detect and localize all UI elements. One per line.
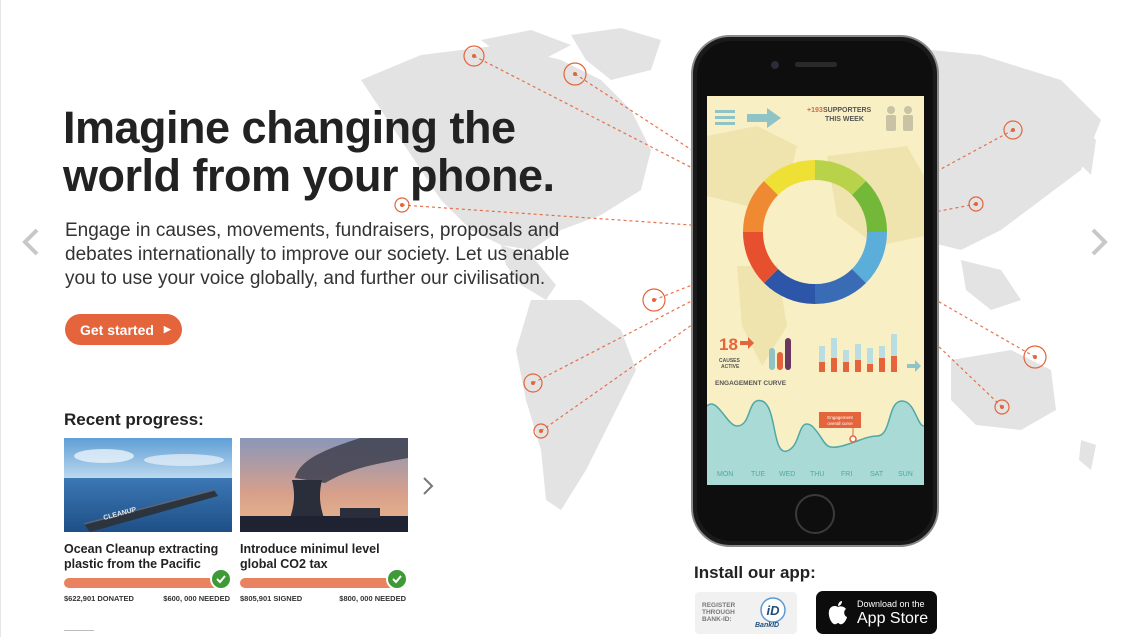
check-icon: [386, 568, 408, 590]
amount-signed: $805,901 SIGNED: [240, 594, 303, 603]
day-label: TUE: [751, 471, 765, 478]
ocean-cleanup-image: CLEANUP: [64, 438, 232, 532]
chevron-right-icon: [1091, 228, 1108, 256]
supporters-label: SUPPORTERS: [823, 107, 872, 114]
progress-card-co2-tax[interactable]: Introduce minimul level global CO2 tax $…: [240, 438, 408, 603]
app-store-small-label: Download on the: [857, 599, 925, 609]
recent-progress-heading: Recent progress:: [64, 410, 204, 429]
check-icon: [210, 568, 232, 590]
app-store-button[interactable]: Download on the App Store: [816, 591, 937, 634]
get-started-label: Get started: [80, 321, 154, 338]
menu-icon[interactable]: [715, 110, 735, 125]
supporters-count: +193: [807, 107, 823, 114]
engagement-label: ENGAGEMENT CURVE: [715, 380, 787, 387]
amount-needed: $800, 000 NEEDED: [339, 594, 406, 603]
divider: [64, 630, 94, 631]
progress-card-ocean-cleanup[interactable]: CLEANUP Ocean Cleanup extracting plastic…: [64, 438, 232, 603]
bar-group: [819, 334, 921, 372]
bankid-text-line: REGISTER: [702, 602, 736, 609]
chevron-left-icon: [22, 228, 39, 256]
amount-donated: $622,901 DONATED: [64, 594, 134, 603]
progress-bar: [64, 568, 232, 590]
supporters-label-week: THIS WEEK: [825, 116, 864, 123]
bankid-text-line: THROUGH: [702, 609, 735, 616]
day-label: SAT: [870, 471, 884, 478]
day-label: SUN: [898, 471, 913, 478]
app-screen: +193 SUPPORTERS THIS WEEK 18 CAUSES ACTI…: [707, 96, 924, 485]
bankid-text: REGISTER THROUGH BANK-ID:: [702, 602, 752, 623]
apple-icon: [828, 601, 847, 625]
get-started-button[interactable]: Get started ▶: [65, 314, 182, 345]
cooling-tower-image: [240, 438, 408, 532]
causes-label-active: ACTIVE: [721, 364, 740, 370]
causes-count: 18: [719, 335, 738, 354]
install-heading: Install our app:: [694, 563, 816, 582]
day-label: WED: [779, 471, 795, 478]
hero-headline: Imagine changing the world from your pho…: [63, 102, 555, 201]
bankid-register-button[interactable]: REGISTER THROUGH BANK-ID: iD BankID: [695, 592, 797, 634]
day-label: FRI: [841, 471, 852, 478]
people-icon: [886, 106, 913, 131]
chevron-right-icon: [423, 477, 434, 495]
card-title: Introduce minimul level global CO2 tax: [240, 542, 380, 571]
cards-next-button[interactable]: [419, 474, 437, 498]
bankid-label: BankID: [755, 622, 780, 629]
card-stats: $805,901 SIGNED $800, 000 NEEDED: [240, 594, 406, 603]
bankid-text-line: BANK-ID:: [702, 616, 732, 623]
day-label: MON: [717, 471, 733, 478]
card-stats: $622,901 DONATED $600, 000 NEEDED: [64, 594, 230, 603]
carousel-next-button[interactable]: [1085, 222, 1113, 262]
tooltip-line-1: Engagement: [827, 415, 853, 420]
caret-right-icon: ▶: [163, 324, 171, 334]
app-store-label: App Store: [857, 610, 929, 627]
hero-intro: Engage in causes, movements, fundraisers…: [65, 220, 570, 289]
landing-page: Imagine changing the world from your pho…: [0, 0, 1121, 637]
tooltip-line-2: overall curve: [827, 421, 853, 426]
progress-bar: [240, 568, 408, 590]
card-title: Ocean Cleanup extracting plastic from th…: [64, 542, 219, 571]
day-label: THU: [810, 471, 824, 478]
carousel-prev-button[interactable]: [17, 222, 45, 262]
amount-needed: $600, 000 NEEDED: [163, 594, 230, 603]
svg-text:iD: iD: [767, 603, 781, 618]
arrow-icon: [747, 108, 781, 128]
